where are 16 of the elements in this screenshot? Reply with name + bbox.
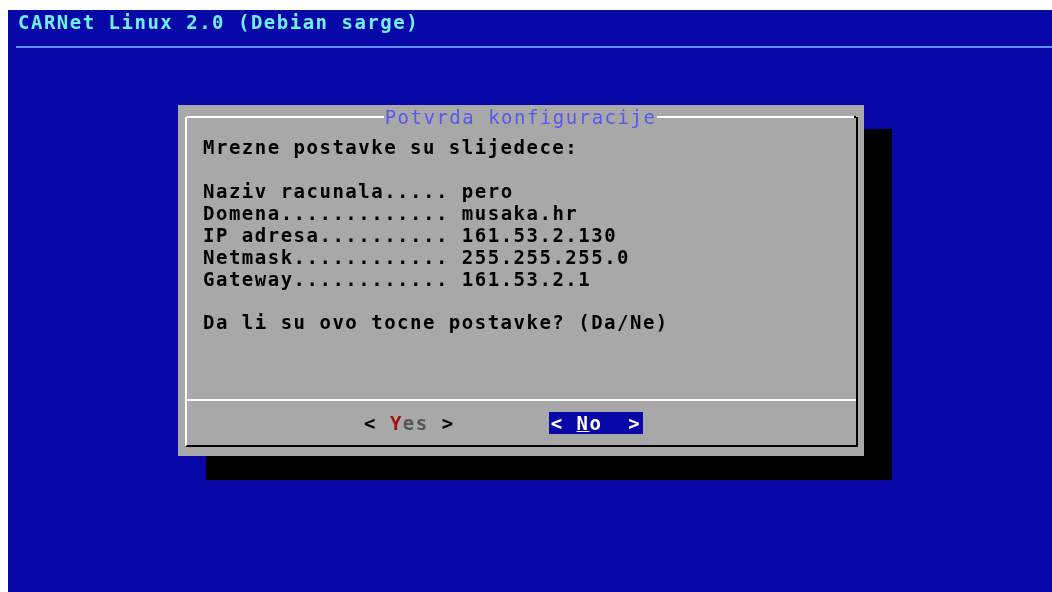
field-label: Gateway............ bbox=[203, 268, 449, 290]
screen-title: CARNet Linux 2.0 (Debian sarge) bbox=[18, 11, 420, 33]
dialog-title: Potvrda konfiguracije bbox=[383, 106, 658, 128]
dialog-button[interactable]: < No > bbox=[548, 412, 644, 434]
dialog-message: Mrezne postavke su slijedece: bbox=[203, 136, 579, 158]
field-label: Domena............. bbox=[203, 202, 449, 224]
field-value: 161.53.2.1 bbox=[461, 268, 592, 290]
dialog-question: Da li su ovo tocne postavke? (Da/Ne) bbox=[203, 311, 669, 333]
field-value: 255.255.255.0 bbox=[461, 246, 631, 268]
field-value: musaka.hr bbox=[461, 202, 579, 224]
field-label: Netmask............ bbox=[203, 246, 449, 268]
field-value: 161.53.2.130 bbox=[461, 224, 618, 246]
field-label: Naziv racunala..... bbox=[203, 180, 449, 202]
field-label: IP adresa.......... bbox=[203, 224, 449, 246]
field-value: pero bbox=[461, 180, 514, 202]
dialog-button[interactable]: < Yes > bbox=[362, 412, 457, 434]
